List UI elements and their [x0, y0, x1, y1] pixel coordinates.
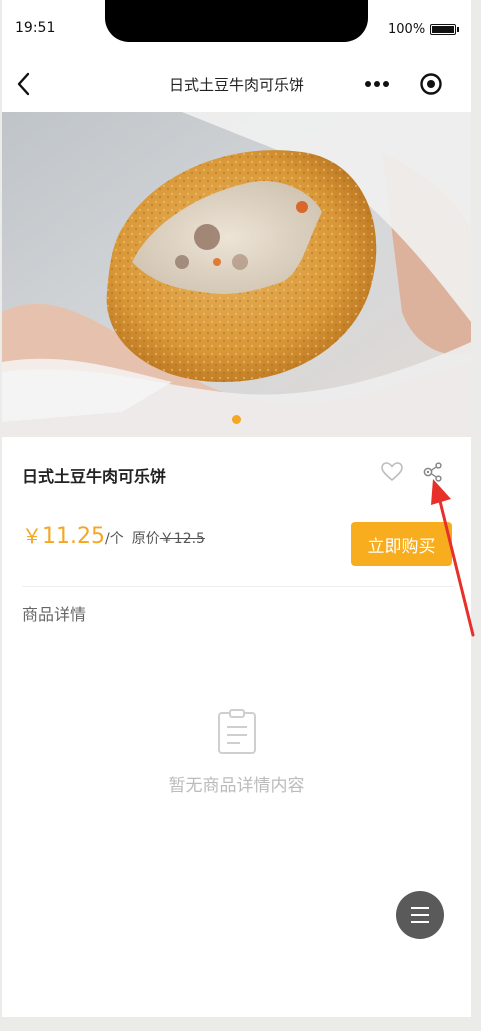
price-unit: /个: [104, 531, 124, 547]
phone-screen: 19:51 100% 日式土豆牛肉可乐饼 日式土豆牛肉可乐饼 ￥11.25/个 …: [2, 0, 471, 1017]
annotation-arrow: [431, 479, 475, 637]
menu-icon: [411, 907, 429, 909]
price-currency: ￥: [22, 524, 42, 548]
product-image[interactable]: [2, 112, 471, 437]
target-icon: [420, 73, 442, 95]
original-price: ￥12.5: [159, 531, 205, 547]
divider: [22, 586, 454, 587]
more-button[interactable]: [361, 72, 395, 96]
back-button[interactable]: [10, 68, 42, 100]
details-title: 商品详情: [22, 605, 87, 624]
notch: [105, 0, 368, 42]
battery-percent: 100%: [388, 22, 426, 37]
target-button[interactable]: [419, 72, 443, 96]
back-icon: [17, 72, 30, 96]
nav-bar: 日式土豆牛肉可乐饼: [2, 56, 471, 112]
original-price-label: 原价: [131, 531, 160, 547]
price-row: ￥11.25/个 原价￥12.5: [22, 520, 205, 552]
product-name: 日式土豆牛肉可乐饼: [22, 467, 167, 486]
croquette-photo: [2, 112, 471, 437]
empty-details-text: 暂无商品详情内容: [168, 776, 305, 796]
status-bar: 19:51 100%: [2, 0, 471, 56]
page-title: 日式土豆牛肉可乐饼: [168, 76, 304, 94]
carousel-indicator[interactable]: [232, 415, 241, 424]
status-time: 19:51: [15, 20, 56, 36]
favorite-button[interactable]: [380, 460, 404, 484]
document-icon: [218, 709, 256, 754]
price-value: 11.25: [42, 524, 105, 549]
heart-icon: [381, 462, 403, 481]
menu-fab[interactable]: [396, 891, 444, 939]
battery-icon: [430, 24, 459, 35]
